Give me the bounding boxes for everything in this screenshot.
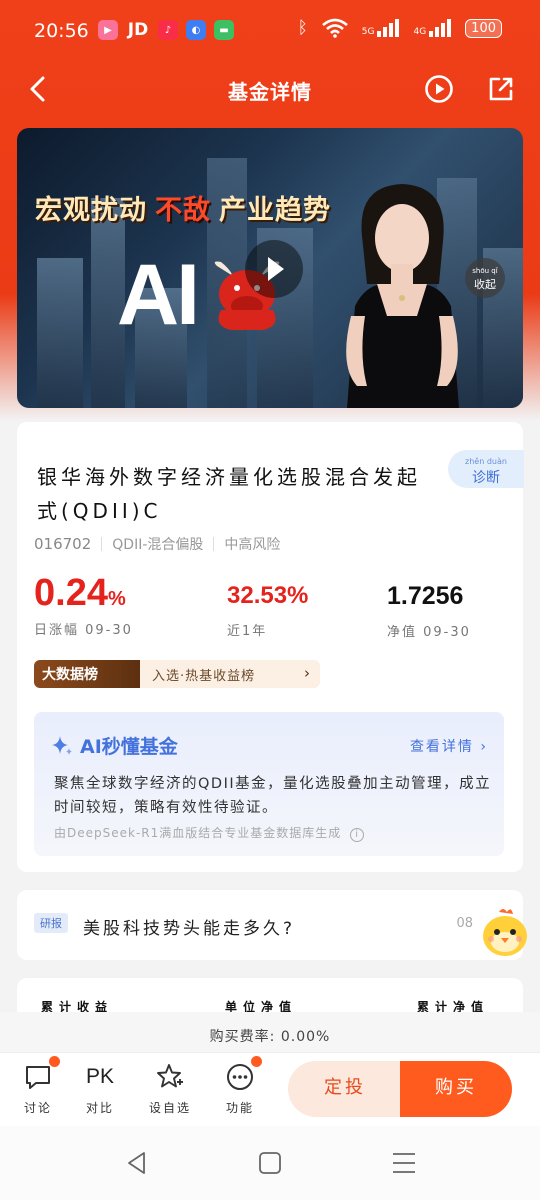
wifi-icon (321, 18, 348, 38)
star-plus-icon (156, 1063, 184, 1091)
status-indicators: ᛒ 5G 4G 100 (298, 18, 502, 38)
chick-mascot-icon[interactable] (477, 906, 533, 958)
bilibili-icon: ▶ (98, 20, 118, 40)
fund-category: QDII-混合偏股 (112, 537, 204, 553)
research-report-card[interactable]: 研报 美股科技势头能走多久? 08 (17, 890, 527, 960)
ai-summary-title: AI秒懂基金 (50, 732, 178, 759)
research-tag: 研报 (34, 913, 68, 933)
presenter-image (346, 184, 459, 408)
big-data-ranking-badge: 大数据榜 (34, 660, 140, 688)
purchase-fee-rate: 购买费率: 0.00% (0, 1012, 540, 1052)
video-play-button[interactable] (245, 240, 303, 298)
page-title: 基金详情 (228, 80, 312, 104)
notification-dot (251, 1056, 262, 1067)
daily-change-label: 日涨幅 09-30 (34, 623, 133, 638)
music-icon: ♪ (158, 20, 178, 40)
messages-icon: ▬ (214, 20, 234, 40)
jd-icon: JD (127, 20, 149, 40)
fund-tags: 016702 QDII-混合偏股 中高风险 (34, 534, 280, 554)
compare-button[interactable]: PK 对比 (70, 1063, 130, 1116)
status-time: 20:56 (34, 20, 89, 42)
fund-code: 016702 (34, 535, 92, 553)
buy-button[interactable]: 购买 (400, 1061, 512, 1117)
share-icon[interactable] (486, 74, 516, 104)
year-return-value: 32.53% (227, 582, 309, 609)
play-icon (268, 257, 284, 281)
info-icon[interactable]: i (350, 828, 365, 842)
signal-5g-icon: 5G (362, 19, 400, 37)
battery-indicator: 100 (465, 18, 502, 38)
browser-icon: ◐ (186, 20, 206, 40)
ai-view-details-link[interactable]: 查看详情 › (410, 736, 488, 756)
ranking-text: 入选·热基收益榜 (152, 668, 256, 684)
research-page-number: 08 (456, 916, 473, 931)
status-bar: 20:56 ▶ JD ♪ ◐ ▬ ᛒ 5G 4G 100 (0, 0, 540, 62)
bottom-toolbar: 讨论 PK 对比 设自选 功能 定投 购买 (0, 1052, 540, 1126)
add-watchlist-button[interactable]: 设自选 (140, 1063, 200, 1116)
nav-stat: 1.7256 净值 09-30 (387, 582, 471, 640)
pk-icon: PK (86, 1065, 115, 1088)
diagnose-button[interactable]: zhěn duàn 诊断 (448, 450, 524, 488)
fixed-investment-button[interactable]: 定投 (288, 1061, 402, 1117)
fund-name: 银华海外数字经济量化选股混合发起式(QDII)C (37, 465, 421, 523)
nav-label: 净值 09-30 (387, 625, 471, 640)
comment-icon (24, 1056, 60, 1091)
daily-change-stat: 0.24% 日涨幅 09-30 (34, 572, 133, 638)
bluetooth-icon: ᛒ (297, 18, 308, 38)
more-dots-icon (226, 1056, 262, 1091)
year-return-stat: 32.53% 近1年 (227, 582, 308, 639)
daily-change-value: 0.24 (34, 572, 108, 614)
collapse-video-button[interactable]: shōu qǐ 收起 (465, 258, 505, 298)
video-banner[interactable]: 宏观扰动 不敌 产业趋势 AI shōu qǐ 收起 (17, 128, 523, 408)
sparkle-icon (52, 735, 72, 755)
year-return-label: 近1年 (227, 624, 268, 639)
notification-dot (49, 1056, 60, 1067)
more-functions-button[interactable]: 功能 (210, 1056, 270, 1116)
fund-risk-level: 中高风险 (224, 537, 281, 553)
chevron-right-icon: › (304, 664, 310, 682)
nav-bar: 基金详情 (0, 62, 540, 118)
signal-4g-icon: 4G (413, 19, 452, 37)
system-home-icon[interactable] (257, 1150, 283, 1176)
banner-headline: 宏观扰动 不敌 产业趋势 (35, 195, 331, 226)
notification-app-icons: ▶ JD ♪ ◐ ▬ (98, 20, 234, 40)
system-back-icon[interactable] (124, 1150, 150, 1176)
ai-source-note: 由DeepSeek-R1满血版结合专业基金数据库生成 i (54, 824, 365, 842)
chevron-right-icon: › (480, 739, 488, 755)
fund-info-card: 银华海外数字经济量化选股混合发起式(QDII)C zhěn duàn 诊断 01… (17, 422, 524, 872)
research-headline: 美股科技势头能走多久? (83, 919, 296, 939)
system-menu-icon[interactable] (391, 1150, 417, 1176)
nav-value: 1.7256 (387, 582, 464, 610)
big-data-ranking-strip[interactable]: 大数据榜 入选·热基收益榜 › (34, 660, 320, 688)
system-nav-bar (0, 1126, 540, 1200)
ai-summary-text: 聚焦全球数字经济的QDII基金，量化选股叠加主动管理，成立时间较短，策略有效性待… (54, 776, 492, 816)
play-circle-icon[interactable] (424, 74, 454, 104)
ai-summary-box: AI秒懂基金 查看详情 › 聚焦全球数字经济的QDII基金，量化选股叠加主动管理… (34, 712, 504, 856)
discuss-button[interactable]: 讨论 (8, 1056, 68, 1116)
banner-ai-text: AI (117, 247, 200, 343)
